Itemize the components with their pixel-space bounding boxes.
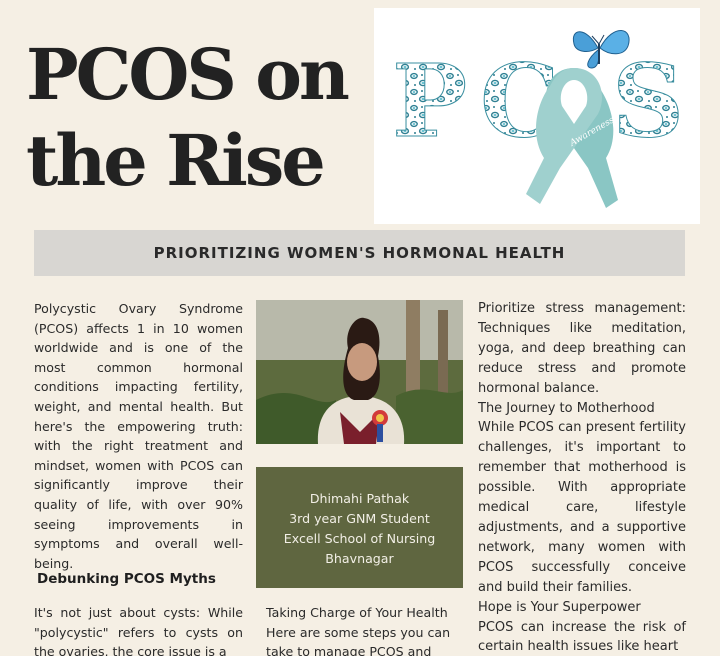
banner-text: PRIORITIZING WOMEN'S HORMONAL HEALTH — [153, 244, 566, 262]
hope-heading: Hope is Your Superpower — [478, 599, 641, 615]
author-school: Excell School of Nursing — [283, 531, 436, 546]
author-info-box: Dhimahi Pathak 3rd year GNM Student Exce… — [256, 467, 463, 588]
intro-paragraph: Polycystic Ovary Syndrome (PCOS) affects… — [34, 301, 243, 571]
author-name: Dhimahi Pathak — [309, 491, 410, 506]
right-column: Prioritize stress management: Techniques… — [478, 299, 686, 656]
section-banner: PRIORITIZING WOMEN'S HORMONAL HEALTH — [34, 230, 685, 276]
logo-letter-s: S — [612, 42, 684, 160]
myths-paragraph: It's not just about cysts: While "polycy… — [34, 605, 243, 656]
motherhood-paragraph: While PCOS can present fertility challen… — [478, 420, 686, 595]
author-role: 3rd year GNM Student — [289, 511, 430, 526]
logo-letter-p: P — [392, 42, 467, 160]
hope-paragraph: PCOS can increase the risk of certain he… — [478, 619, 686, 655]
pcos-awareness-logo: P C S Awareness — [374, 8, 700, 224]
author-city: Bhavnagar — [325, 551, 394, 566]
stress-paragraph: Prioritize stress management: Techniques… — [478, 301, 686, 396]
author-photo — [256, 300, 463, 444]
taking-charge-paragraph: Taking Charge of Your Health Here are so… — [266, 605, 451, 656]
page-title: PCOS on the Rise — [26, 32, 376, 204]
motherhood-heading: The Journey to Motherhood — [478, 400, 655, 416]
page-title-line-2: the Rise — [26, 119, 326, 202]
myths-heading: Debunking PCOS Myths — [37, 571, 216, 587]
page-title-line-1: PCOS on — [26, 33, 350, 116]
